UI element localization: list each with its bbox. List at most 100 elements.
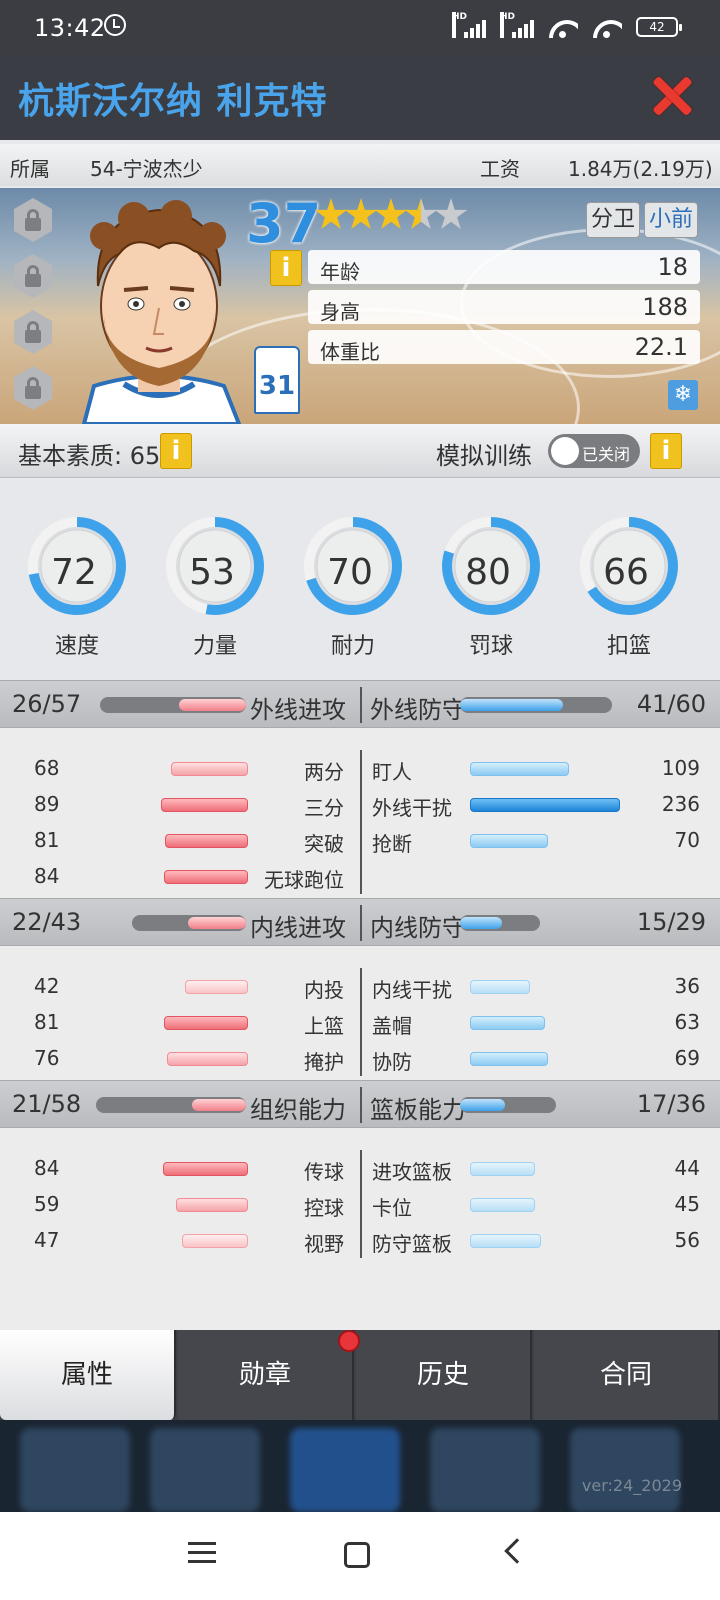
attribute-label: 罚球: [468, 634, 513, 659]
attribute-circle: 70 耐力: [298, 514, 408, 660]
stat-value: 36: [674, 974, 700, 998]
title-bar: 杭斯沃尔纳 利克特: [0, 52, 720, 140]
stat-row: 84 传球 进攻篮板 44: [0, 1150, 720, 1186]
tab-history[interactable]: 历史: [356, 1330, 532, 1420]
lock-icon[interactable]: [14, 198, 52, 242]
stat-row: 42 内投 内线干扰 36: [0, 968, 720, 1004]
attribute-value: 70: [327, 552, 373, 593]
star-icon: [374, 198, 408, 229]
section-left-bar: [96, 1097, 246, 1113]
section-left-score: 21/58: [12, 1090, 82, 1118]
stat-label: 协防: [372, 1050, 412, 1074]
section-left-bar: [132, 915, 246, 931]
menu-icon[interactable]: [188, 1542, 216, 1564]
stat-row: 47 视野 防守篮板 56: [0, 1222, 720, 1258]
stat-label: 无球跑位: [264, 868, 344, 892]
tab-medals[interactable]: 勋章: [178, 1330, 354, 1420]
age-value: 18: [657, 253, 688, 281]
info-icon[interactable]: i: [160, 433, 192, 469]
sim-training-label: 模拟训练: [436, 442, 532, 470]
stat-label: 盖帽: [372, 1014, 412, 1038]
stat-label: 进攻篮板: [372, 1160, 452, 1184]
attribute-value: 80: [465, 552, 511, 593]
stat-bar: [164, 1016, 248, 1030]
stat-value: 44: [674, 1156, 700, 1180]
stat-label: 内线干扰: [372, 978, 452, 1002]
stat-bar: [470, 980, 530, 994]
stat-value: 59: [34, 1192, 60, 1216]
lock-icon[interactable]: [14, 254, 52, 298]
stat-label: 掩护: [304, 1050, 344, 1074]
stat-bar: [164, 870, 248, 884]
stat-value: 63: [674, 1010, 700, 1034]
section-header: 26/57 外线进攻 外线防守 41/60: [0, 680, 720, 728]
jersey-number: 31: [254, 346, 300, 414]
stat-row: 89 三分 外线干扰 236: [0, 786, 720, 822]
stat-bar: [182, 1234, 248, 1248]
stat-value: 70: [674, 828, 700, 852]
section-right-score: 41/60: [636, 690, 706, 718]
stat-row: 68 两分 盯人 109: [0, 750, 720, 786]
home-icon[interactable]: [344, 1542, 370, 1568]
lock-icon[interactable]: [14, 366, 52, 410]
info-icon[interactable]: i: [650, 433, 682, 469]
section-right-bar: [460, 697, 612, 713]
section-header: 22/43 内线进攻 内线防守 15/29: [0, 898, 720, 946]
stat-label: 突破: [304, 832, 344, 856]
tab-contract[interactable]: 合同: [534, 1330, 720, 1420]
stat-row: 81 上篮 盖帽 63: [0, 1004, 720, 1040]
lock-slots: [14, 198, 52, 422]
stat-value: 81: [34, 1010, 60, 1034]
player-card: 31 37 分卫 小前 i 年龄 18 身高 188 体重比 22.1 ❄: [0, 188, 720, 424]
attribute-value: 72: [51, 552, 97, 593]
section-body: 68 两分 盯人 109 89 三分 外线干扰 236 81 突破 抢断 70 84 无球跑位: [0, 728, 720, 898]
stat-label: 防守篮板: [372, 1232, 452, 1256]
background-dock: ver:24_2029: [0, 1420, 720, 1512]
section-right-title: 篮板能力: [370, 1096, 466, 1124]
stat-label: 三分: [304, 796, 344, 820]
bmi-value: 22.1: [634, 333, 688, 361]
stat-label: 内投: [304, 978, 344, 1002]
section-right-title: 外线防守: [370, 696, 466, 724]
battery-icon: 42: [636, 17, 682, 37]
back-icon[interactable]: [504, 1538, 530, 1564]
info-icon[interactable]: i: [270, 250, 302, 286]
lock-icon[interactable]: [14, 310, 52, 354]
section-body: 84 传球 进攻篮板 44 59 控球 卡位 45 47 视野 防守篮板 56: [0, 1128, 720, 1262]
stat-label: 盯人: [372, 760, 412, 784]
section-right-score: 15/29: [636, 908, 706, 936]
attribute-circle: 66 扣篮: [574, 514, 684, 660]
attribute-label: 扣篮: [606, 634, 651, 659]
attribute-label: 耐力: [330, 634, 375, 659]
player-avatar: [81, 200, 242, 424]
section-right-score: 17/36: [636, 1090, 706, 1118]
section-right-bar: [460, 915, 540, 931]
stat-bar: [165, 834, 248, 848]
attribute-value: 66: [603, 552, 649, 593]
stat-bar: [470, 798, 620, 812]
stat-label: 视野: [304, 1232, 344, 1256]
close-icon[interactable]: [652, 76, 692, 116]
section-left-score: 26/57: [12, 690, 82, 718]
sim-training-toggle[interactable]: 已关闭: [548, 434, 640, 468]
stat-label: 控球: [304, 1196, 344, 1220]
stat-value: 69: [674, 1046, 700, 1070]
stat-bar: [470, 1198, 535, 1212]
stat-value: 89: [34, 792, 60, 816]
stat-value: 109: [661, 756, 700, 780]
stat-value: 84: [34, 1156, 60, 1180]
wifi-icon-2: [592, 16, 622, 38]
stat-label: 卡位: [372, 1196, 412, 1220]
stat-bar: [171, 762, 248, 776]
stat-bar: [163, 1162, 248, 1176]
stat-value: 56: [674, 1228, 700, 1252]
version-label: ver:24_2029: [581, 1476, 682, 1495]
tab-attributes[interactable]: 属性: [0, 1330, 176, 1420]
snowflake-icon[interactable]: ❄: [668, 380, 698, 410]
section-left-title: 组织能力: [250, 1096, 346, 1124]
attribute-label: 速度: [54, 634, 99, 659]
stat-bar: [470, 834, 548, 848]
cell-signal-icon-2: HD: [500, 12, 534, 38]
stat-bar: [470, 1052, 548, 1066]
attribute-circles: 72 速度 53 力量 70 耐力 80 罚球 66 扣篮: [0, 514, 720, 674]
